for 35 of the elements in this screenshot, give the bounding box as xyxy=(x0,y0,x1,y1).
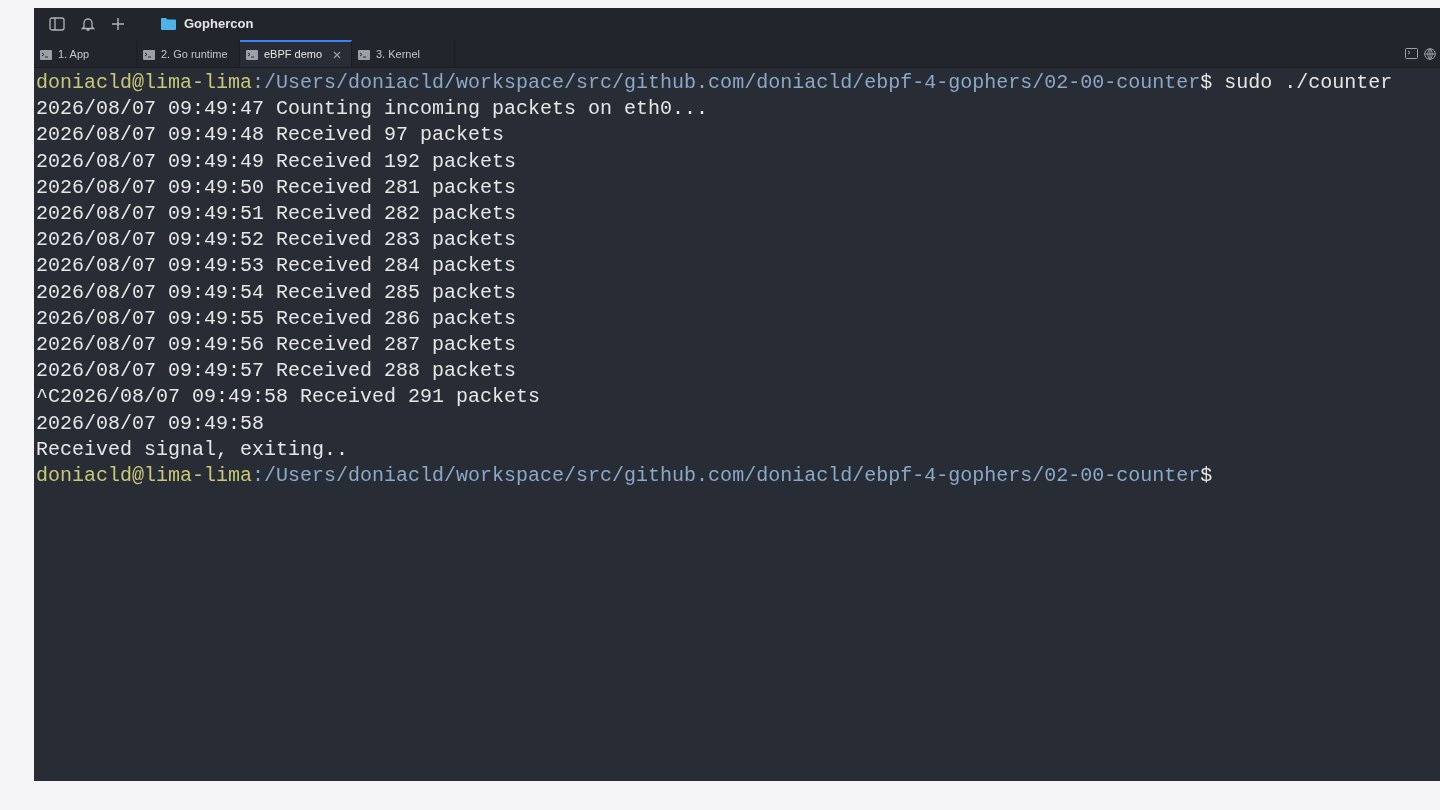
prompt-path: :/Users/doniacld/workspace/src/github.com/doniacld/ebpf-4-gophers/02-00-counter xyxy=(252,70,1201,96)
output-line: 2026/08/07 09:49:47 Counting incoming packets on eth0... xyxy=(36,96,709,123)
plus-icon[interactable] xyxy=(111,17,125,31)
close-icon[interactable] xyxy=(333,50,341,59)
globe-icon[interactable] xyxy=(1424,47,1436,60)
sidebar-icon[interactable] xyxy=(49,17,65,31)
output-line: 2026/08/07 09:49:58 xyxy=(36,410,265,437)
terminal-icon xyxy=(143,49,155,60)
terminal-icon xyxy=(358,49,370,60)
command-text: $ sudo ./counter xyxy=(1200,70,1393,96)
tab[interactable]: eBPF demo xyxy=(240,40,352,67)
output-line: 2026/08/07 09:49:53 Received 284 packets xyxy=(36,253,517,280)
bell-icon[interactable] xyxy=(81,16,95,32)
prompt-path: :/Users/doniacld/workspace/src/github.com/doniacld/ebpf-4-gophers/02-00-counter xyxy=(252,463,1201,490)
output-line: 2026/08/07 09:49:50 Received 281 packets xyxy=(36,174,517,201)
terminal-icon[interactable] xyxy=(1405,48,1418,59)
command-text: $ xyxy=(1200,463,1213,490)
output-line: ^C2026/08/07 09:49:58 Received 291 packets xyxy=(36,384,541,411)
output-line: 2026/08/07 09:49:49 Received 192 packets xyxy=(36,148,517,175)
output-line: 2026/08/07 09:49:56 Received 287 packets xyxy=(36,332,517,359)
output-line: Received signal, exiting.. xyxy=(36,436,349,463)
folder-icon xyxy=(161,18,176,30)
output-line: 2026/08/07 09:49:48 Received 97 packets xyxy=(36,122,505,149)
window-title: Gophercon xyxy=(184,15,254,34)
output-line: 2026/08/07 09:49:57 Received 288 packets xyxy=(36,358,517,385)
terminal-icon xyxy=(246,49,258,60)
terminal-icon xyxy=(40,49,52,60)
output-line: 2026/08/07 09:49:52 Received 283 packets xyxy=(36,227,517,254)
tab[interactable]: 3. Kernel xyxy=(352,40,455,67)
tab[interactable]: 1. App xyxy=(34,40,137,67)
output-line: 2026/08/07 09:49:51 Received 282 packets xyxy=(36,201,517,227)
prompt-user: doniacld@lima-lima xyxy=(36,70,253,96)
prompt-user: doniacld@lima-lima xyxy=(36,463,253,490)
output-line: 2026/08/07 09:49:54 Received 285 packets xyxy=(36,279,517,306)
output-line: 2026/08/07 09:49:55 Received 286 packets xyxy=(36,305,517,332)
